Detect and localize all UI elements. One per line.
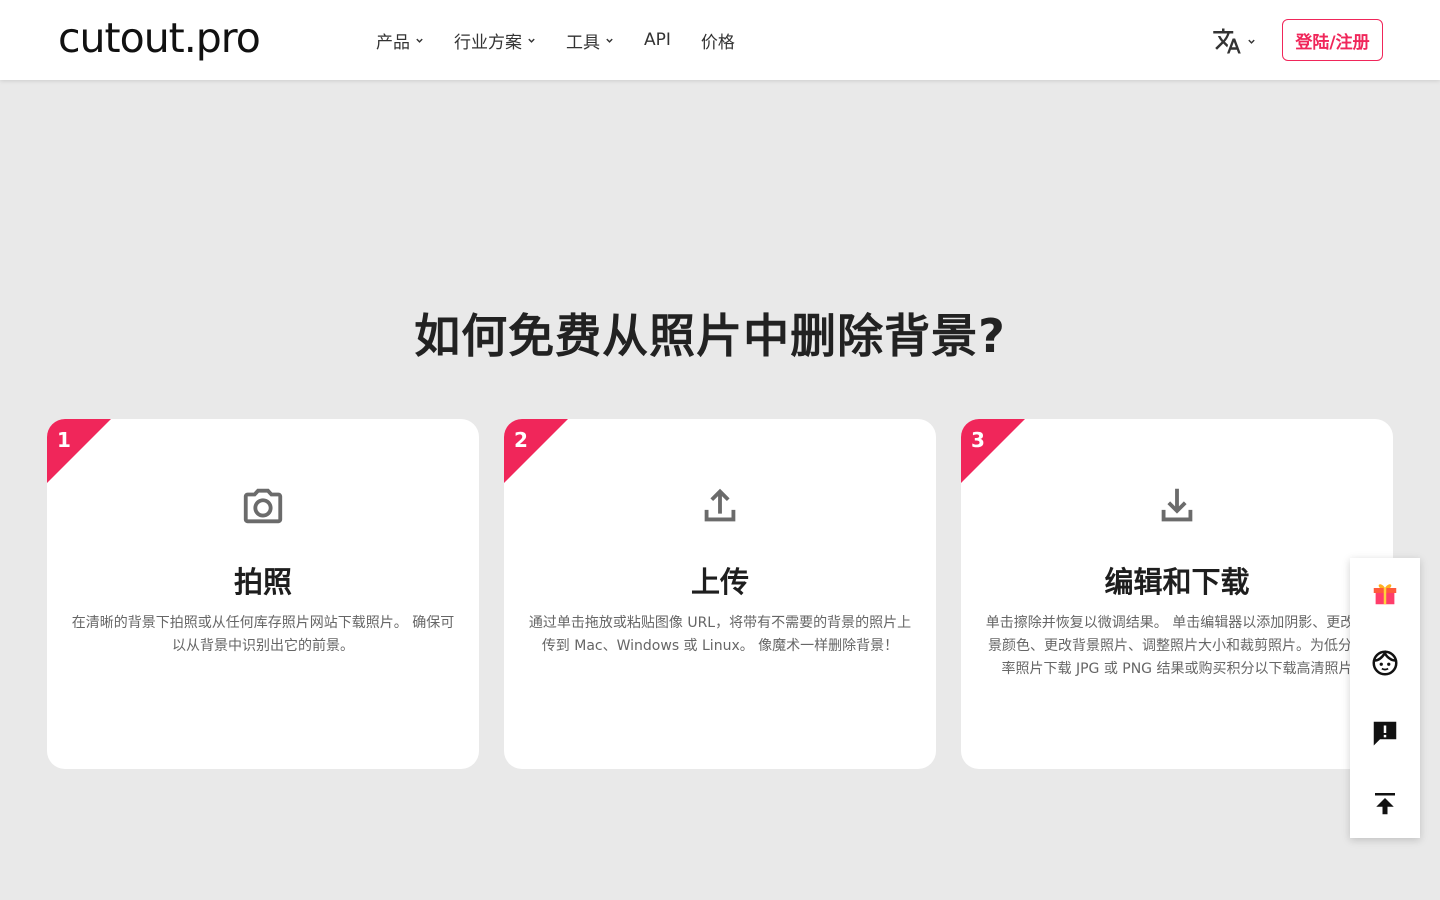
translate-icon: [1213, 28, 1241, 54]
chevron-down-icon: [528, 38, 535, 43]
feedback-button[interactable]: [1350, 698, 1420, 768]
nav-item-label: 价格: [700, 32, 735, 53]
main-nav: 产品 行业方案 工具 API 价格: [376, 0, 765, 80]
back-to-top-button[interactable]: [1350, 768, 1420, 838]
upload-icon: [704, 488, 736, 522]
step-title: 编辑和下载: [1104, 565, 1250, 599]
top-header: cutout.pro 产品 行业方案 工具 API 价格 登陆/注册: [0, 0, 1440, 80]
nav-item-pricing[interactable]: 价格: [701, 28, 735, 53]
step-card-edit-download: 3 编辑和下载 单击擦除并恢复以微调结果。 单击编辑器以添加阴影、更改背景颜色、…: [961, 419, 1393, 769]
step-description: 通过单击拖放或粘贴图像 URL，将带有不需要的背景的照片上传到 Mac、Wind…: [528, 615, 912, 654]
nav-item-tools[interactable]: 工具: [566, 28, 614, 53]
step-number: 3: [971, 428, 985, 452]
step-number: 2: [514, 428, 528, 452]
nav-item-label: API: [644, 30, 671, 50]
camera-icon: [243, 488, 283, 524]
customer-service-icon: [1372, 650, 1398, 676]
nav-item-products[interactable]: 产品: [376, 28, 424, 53]
language-selector[interactable]: [1212, 26, 1256, 56]
step-title: 上传: [690, 565, 749, 599]
chevron-down-icon: [416, 38, 423, 43]
nav-item-label: 工具: [566, 32, 600, 53]
nav-item-label: 产品: [376, 32, 410, 53]
chevron-down-icon: [1248, 39, 1255, 44]
step-card-upload: 2 上传 通过单击拖放或粘贴图像 URL，将带有不需要的背景的照片上传到 Mac…: [504, 419, 936, 769]
customer-service-button[interactable]: [1350, 628, 1420, 698]
step-card-take-photo: 1 拍照 在清晰的背景下拍照或从任何库存照片网站下载照片。 确保可以从背景中识别…: [47, 419, 479, 769]
nav-item-api[interactable]: API: [644, 30, 671, 50]
chevron-down-icon: [606, 38, 613, 43]
download-icon: [1161, 488, 1193, 522]
step-number: 1: [57, 428, 71, 452]
nav-item-industry-solutions[interactable]: 行业方案: [454, 28, 536, 53]
step-description: 单击擦除并恢复以微调结果。 单击编辑器以添加阴影、更改背景颜色、更改背景照片、调…: [985, 615, 1369, 677]
feedback-icon: [1373, 721, 1397, 746]
logo[interactable]: cutout.pro: [58, 14, 261, 62]
login-register-button[interactable]: 登陆/注册: [1282, 19, 1383, 61]
gift-icon: [1373, 584, 1397, 605]
gift-button[interactable]: [1350, 558, 1420, 628]
floating-side-panel: [1350, 558, 1420, 838]
back-to-top-icon: [1375, 793, 1395, 815]
step-description: 在清晰的背景下拍照或从任何库存照片网站下载照片。 确保可以从背景中识别出它的前景…: [71, 615, 455, 654]
nav-item-label: 行业方案: [454, 32, 522, 53]
section-title: 如何免费从照片中删除背景?: [414, 309, 1006, 363]
step-title: 拍照: [233, 565, 292, 599]
